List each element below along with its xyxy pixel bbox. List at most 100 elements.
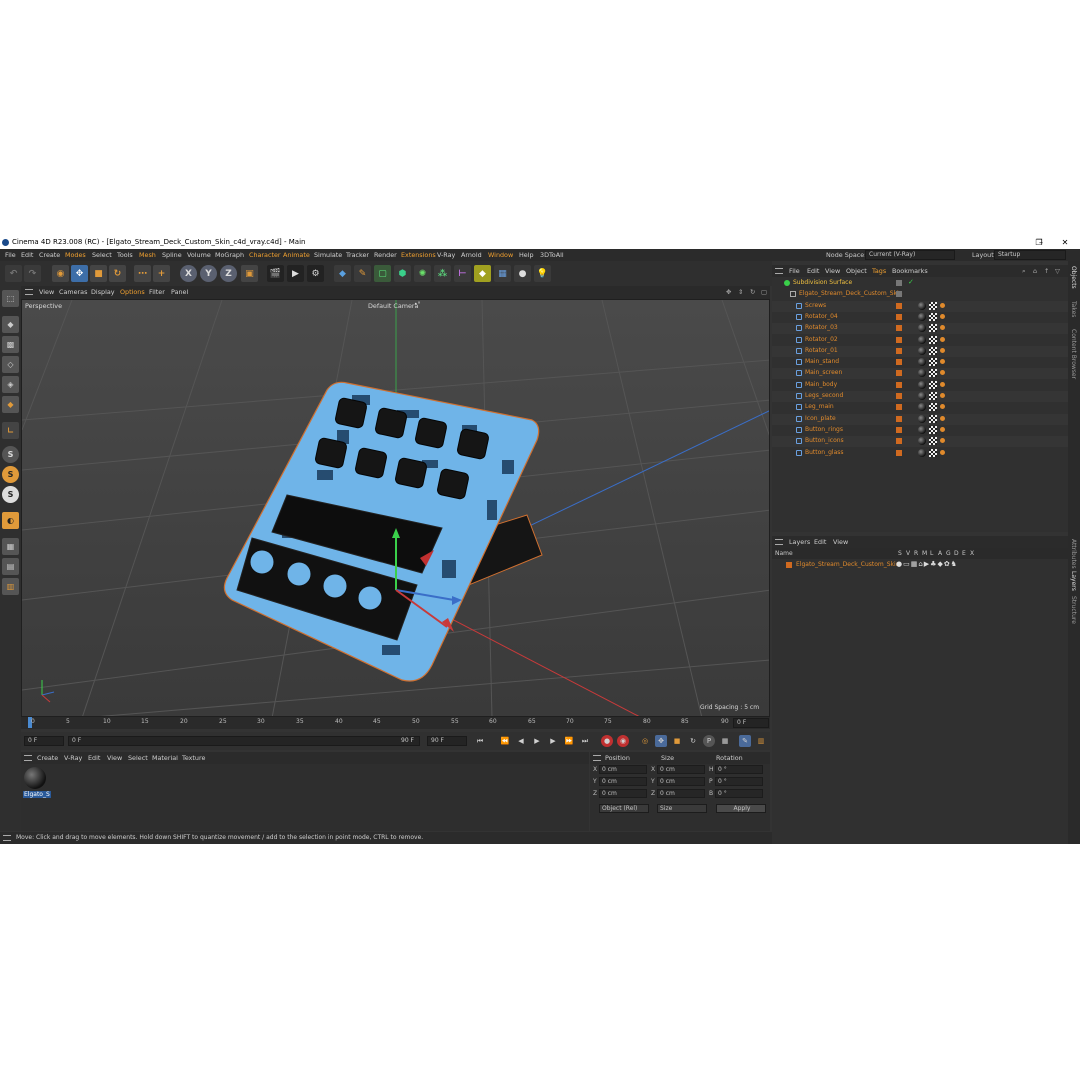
rot-b-field[interactable]: 0 °	[715, 789, 763, 798]
selection-tag-icon[interactable]	[940, 438, 945, 444]
material-menu-select[interactable]: Select	[128, 754, 148, 762]
go-to-end-icon[interactable]: ⏭	[579, 735, 591, 747]
render-settings-icon[interactable]: ⚙	[307, 265, 324, 282]
polygons-mode-icon[interactable]: ◆	[2, 396, 19, 413]
start-frame-field[interactable]: 0 F	[24, 736, 64, 746]
object-name[interactable]: Rotator_03	[805, 324, 838, 331]
menu-spline[interactable]: Spline	[162, 249, 182, 261]
layer-menu-edit[interactable]: Edit	[814, 538, 826, 546]
object-menu-edit[interactable]: Edit	[807, 267, 819, 275]
close-button[interactable]: ✕	[1054, 236, 1076, 249]
object-menu-view[interactable]: View	[825, 267, 840, 275]
layer-icon[interactable]	[896, 426, 902, 433]
go-to-start-icon[interactable]: ⏮	[474, 735, 486, 747]
material-tag-icon[interactable]	[918, 448, 926, 457]
list-item[interactable]: Rotator_01	[772, 345, 1068, 357]
layer-icon[interactable]	[896, 393, 902, 399]
light-icon[interactable]: 💡	[534, 265, 551, 282]
viewport-menu-view[interactable]: View	[39, 288, 54, 296]
layer-icon[interactable]	[896, 325, 902, 332]
menu-3dtoall[interactable]: 3DToAll	[540, 249, 564, 261]
list-item[interactable]: Legs_second	[772, 391, 1068, 402]
texture-tag-icon[interactable]	[929, 358, 937, 367]
list-item[interactable]: Rotator_04	[772, 311, 1068, 323]
grid-icon[interactable]: ▦	[2, 538, 19, 555]
object-menu-object[interactable]: Object	[846, 267, 867, 275]
layer-icon[interactable]	[896, 449, 902, 456]
add-object-icon[interactable]: +	[153, 265, 170, 282]
snap-icon[interactable]: S	[2, 446, 19, 463]
layer-color-swatch[interactable]	[786, 562, 792, 568]
hamburger-icon[interactable]	[25, 289, 33, 295]
texture-tag-icon[interactable]	[929, 301, 937, 310]
texture-tag-icon[interactable]	[929, 425, 937, 434]
texture-tag-icon[interactable]	[929, 437, 937, 446]
material-tag-icon[interactable]	[918, 392, 926, 400]
menu-arnold[interactable]: Arnold	[461, 249, 482, 261]
material-menu-edit[interactable]: Edit	[88, 754, 100, 762]
coordinate-system-icon[interactable]: ▣	[241, 265, 258, 282]
tab-content-browser[interactable]: Content Browser	[1070, 329, 1077, 379]
object-name[interactable]: Button_rings	[805, 426, 843, 433]
layer-row[interactable]: Elgato_Stream_Deck_Custom_Skin ●▭▦⌂▶♣◆✿♞	[772, 560, 1068, 571]
range-slider-start[interactable]: 0 F	[68, 736, 420, 746]
hamburger-icon[interactable]	[3, 835, 11, 841]
timeline-ruler[interactable]: 0 5 10 15 20 25 30 35 40 45 50 55 60 65 …	[21, 717, 770, 729]
object-name[interactable]: Main_screen	[805, 369, 842, 376]
size-mode-dropdown[interactable]: Size	[657, 804, 707, 813]
layer-icon[interactable]	[896, 302, 902, 309]
pos-x-field[interactable]: 0 cm	[599, 765, 647, 774]
quantize-icon[interactable]: S	[2, 486, 19, 503]
z-axis-lock-icon[interactable]: Z	[220, 265, 237, 282]
selection-tag-icon[interactable]	[940, 302, 945, 308]
menu-file[interactable]: File	[5, 249, 16, 261]
cube-primitive-icon[interactable]: ◆	[334, 265, 351, 282]
material-tag-icon[interactable]	[918, 403, 926, 412]
menu-tools[interactable]: Tools	[117, 249, 133, 261]
list-item[interactable]: Elgato_Stream_Deck_Custom_Skin	[772, 289, 1068, 300]
object-name[interactable]: Screws	[805, 302, 826, 309]
layer-toggle-icons[interactable]: ●▭▦⌂▶♣◆✿♞	[896, 560, 958, 568]
material-menu-vray[interactable]: V-Ray	[64, 754, 82, 762]
maximize-button[interactable]: ❐	[1028, 236, 1050, 249]
layer-icon[interactable]	[896, 438, 902, 445]
render-picture-viewer-icon[interactable]: ▶	[287, 265, 304, 282]
home-icon[interactable]: ⌂	[1033, 267, 1037, 275]
edges-mode-icon[interactable]: ◈	[2, 376, 19, 393]
selection-tag-icon[interactable]	[940, 393, 945, 398]
pos-y-field[interactable]: 0 cm	[599, 777, 647, 786]
tab-objects[interactable]: Objects	[1070, 266, 1077, 289]
list-item[interactable]: Leg_main	[772, 402, 1068, 414]
texture-tag-icon[interactable]	[929, 335, 937, 344]
points-mode-icon[interactable]: ◇	[2, 356, 19, 373]
visibility-icon[interactable]	[896, 280, 902, 286]
object-name[interactable]: Leg_main	[805, 403, 834, 410]
list-item[interactable]: Screws	[772, 300, 1068, 312]
size-y-field[interactable]: 0 cm	[657, 777, 705, 786]
array-icon[interactable]: ⬢	[394, 265, 411, 282]
move-tool-icon[interactable]: ✥	[71, 265, 88, 282]
list-item[interactable]: Button_glass	[772, 447, 1068, 459]
viewport-menu-display[interactable]: Display	[91, 288, 115, 296]
next-key-icon[interactable]: ⏩	[563, 735, 575, 747]
material-tag-icon[interactable]	[918, 301, 926, 310]
apply-button[interactable]: Apply	[716, 804, 766, 813]
key-position-icon[interactable]: ✥	[655, 735, 667, 747]
list-item[interactable]: Main_screen	[772, 368, 1068, 380]
viewport-menu-panel[interactable]: Panel	[171, 288, 188, 296]
object-menu-file[interactable]: File	[789, 267, 800, 275]
layer-icon[interactable]	[896, 336, 902, 343]
rot-p-field[interactable]: 0 °	[715, 777, 763, 786]
size-z-field[interactable]: 0 cm	[657, 789, 705, 798]
menu-vray[interactable]: V-Ray	[437, 249, 455, 261]
material-menu-material[interactable]: Material	[152, 754, 178, 762]
list-item[interactable]: Rotator_02	[772, 334, 1068, 346]
viewport-rotate-icon[interactable]: ↻	[750, 288, 755, 296]
object-name[interactable]: Rotator_04	[805, 313, 838, 320]
material-tag-icon[interactable]	[918, 369, 926, 378]
menu-select[interactable]: Select	[92, 249, 112, 261]
current-frame-field[interactable]: 0 F	[733, 718, 769, 728]
coord-mode-dropdown[interactable]: Object (Rel)	[599, 804, 649, 813]
menu-edit[interactable]: Edit	[21, 249, 33, 261]
texture-tag-icon[interactable]	[929, 403, 937, 412]
